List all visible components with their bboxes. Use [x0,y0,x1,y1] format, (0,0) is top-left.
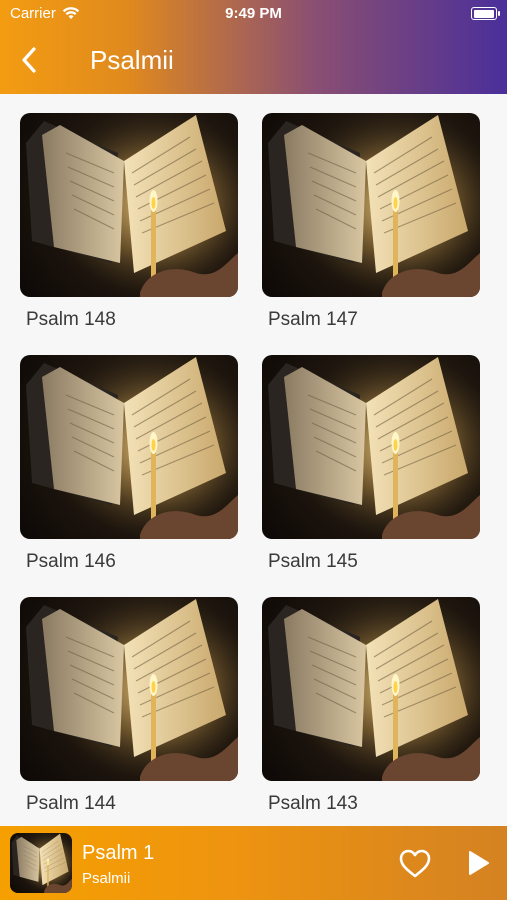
clock: 9:49 PM [225,5,282,22]
psalm-thumbnail [262,597,480,781]
psalm-tile[interactable]: Psalm 147 [262,113,480,355]
now-playing-subtitle: Psalmii [82,870,131,887]
status-bar: Carrier 9:49 PM [0,0,507,28]
psalm-label: Psalm 147 [268,309,358,330]
back-button[interactable] [14,44,44,76]
psalm-label: Psalm 146 [26,551,116,572]
play-button[interactable] [464,848,492,878]
psalm-thumbnail [262,355,480,539]
chevron-left-icon [22,47,36,73]
psalm-thumbnail [20,355,238,539]
now-playing-title: Psalm 1 [82,842,155,864]
mini-player[interactable]: Psalm 1 Psalmii [0,826,507,900]
psalm-tile[interactable]: Psalm 144 [20,597,238,839]
psalm-thumbnail [20,597,238,781]
psalm-label: Psalm 145 [268,551,358,572]
psalm-thumbnail [20,113,238,297]
header: Carrier 9:49 PM Psalmii [0,0,507,94]
psalm-tile[interactable]: Psalm 145 [262,355,480,597]
page-title: Psalmii [90,45,174,75]
battery-icon [471,7,500,20]
psalm-label: Psalm 144 [26,793,116,814]
play-icon [469,851,489,875]
psalm-tile[interactable]: Psalm 148 [20,113,238,355]
heart-outline-icon [399,849,431,878]
psalm-label: Psalm 143 [268,793,358,814]
psalm-label: Psalm 148 [26,309,116,330]
psalm-tile[interactable]: Psalm 146 [20,355,238,597]
now-playing-thumbnail [10,833,72,893]
psalm-grid: Psalm 148 Psalm 147 Psalm 146 Psalm 145 … [20,113,487,839]
favorite-button[interactable] [398,848,432,880]
psalm-thumbnail [262,113,480,297]
psalm-tile[interactable]: Psalm 143 [262,597,480,839]
